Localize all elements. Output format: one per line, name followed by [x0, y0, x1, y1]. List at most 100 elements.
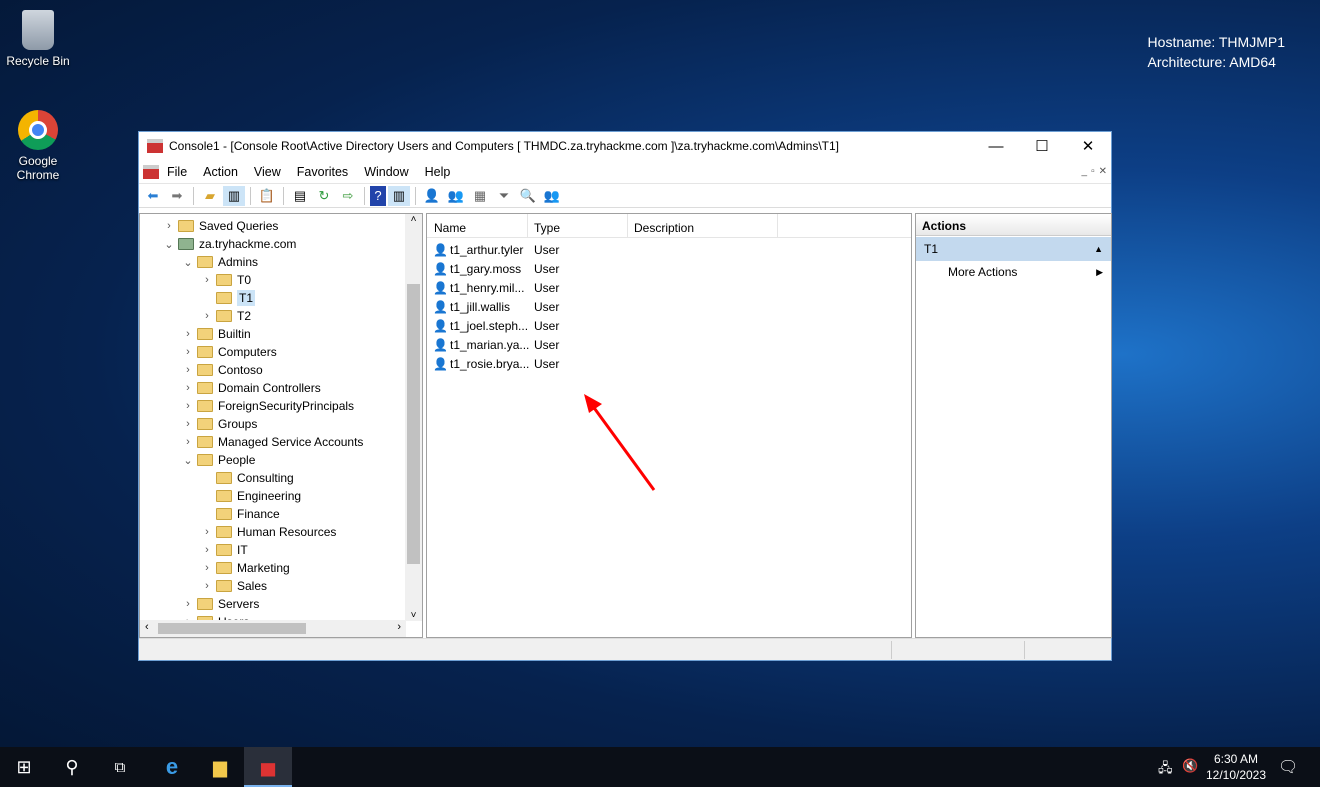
tree-item[interactable]: › Managed Service Accounts	[181, 433, 363, 451]
tree-scroll-thumb[interactable]	[407, 284, 420, 564]
show-action-pane-icon[interactable]: ▥	[388, 185, 410, 206]
tree-item[interactable]: Finance	[200, 505, 280, 523]
recycle-bin[interactable]: Recycle Bin	[0, 10, 76, 68]
tree-item[interactable]: › Domain Controllers	[181, 379, 321, 397]
expand-arrow-icon[interactable]: ›	[181, 436, 195, 448]
column-name[interactable]: Name	[427, 214, 528, 237]
tree-item[interactable]: › Contoso	[181, 361, 263, 379]
child-restore-button[interactable]: ▫	[1091, 166, 1095, 177]
search-icon[interactable]: ⚲	[48, 747, 96, 787]
child-minimize-button[interactable]: _	[1082, 166, 1088, 177]
tree-item[interactable]: ⌄ People	[181, 451, 255, 469]
user-row[interactable]: 👤 t1_henry.mil... User	[433, 278, 559, 297]
new-user-icon[interactable]: 👤	[421, 186, 443, 206]
clock[interactable]: 6:30 AM 12/10/2023	[1200, 751, 1272, 783]
expand-arrow-icon[interactable]: ›	[181, 598, 195, 610]
collapse-arrow-icon[interactable]: ⌄	[181, 454, 195, 467]
find-icon[interactable]: 🔍	[517, 186, 539, 206]
expand-arrow-icon[interactable]: ›	[162, 220, 176, 232]
clock-time: 6:30 AM	[1213, 752, 1259, 766]
expand-arrow-icon[interactable]: ›	[181, 418, 195, 430]
refresh-icon[interactable]: ↻	[313, 186, 335, 206]
start-button[interactable]: ⊞	[0, 747, 48, 787]
expand-arrow-icon[interactable]: ›	[181, 400, 195, 412]
tree-item[interactable]: › IT	[200, 541, 248, 559]
minimize-button[interactable]: —	[973, 132, 1019, 160]
menu-help[interactable]: Help	[425, 165, 451, 179]
tree-item[interactable]: › Groups	[181, 415, 257, 433]
tree-item[interactable]: Engineering	[200, 487, 301, 505]
tree-item[interactable]: › Saved Queries	[162, 217, 278, 235]
properties-icon[interactable]: ▤	[289, 186, 311, 206]
maximize-button[interactable]: ☐	[1019, 132, 1065, 160]
user-row[interactable]: 👤 t1_jill.wallis User	[433, 297, 559, 316]
tree-item[interactable]: ⌄ Admins	[181, 253, 258, 271]
actions-section-t1[interactable]: T1 ▲	[916, 237, 1111, 261]
child-close-button[interactable]: ✕	[1099, 166, 1107, 177]
close-button[interactable]: ✕	[1065, 132, 1111, 160]
user-row[interactable]: 👤 t1_arthur.tyler User	[433, 240, 559, 259]
mmc-taskbar-icon[interactable]: ▅	[244, 747, 292, 787]
show-hide-tree-icon[interactable]: ▥	[223, 185, 245, 206]
user-row[interactable]: 👤 t1_marian.ya... User	[433, 335, 559, 354]
up-folder-icon[interactable]: ▰	[199, 186, 221, 206]
clipboard-icon[interactable]: 📋	[256, 186, 278, 206]
new-group-icon[interactable]: 👥	[445, 186, 467, 206]
tree-item[interactable]: › Servers	[181, 595, 259, 613]
expand-arrow-icon[interactable]: ›	[200, 544, 214, 556]
forward-icon[interactable]: ➡	[166, 186, 188, 206]
expand-arrow-icon[interactable]: ›	[200, 580, 214, 592]
expand-arrow-icon[interactable]: ›	[181, 346, 195, 358]
user-row[interactable]: 👤 t1_joel.steph... User	[433, 316, 559, 335]
tree-item[interactable]: › T0	[200, 271, 251, 289]
menu-window[interactable]: Window	[364, 165, 408, 179]
tree-item[interactable]: › T2	[200, 307, 251, 325]
menu-action[interactable]: Action	[203, 165, 238, 179]
expand-arrow-icon[interactable]: ›	[200, 310, 214, 322]
tree-item[interactable]: T1	[200, 289, 256, 307]
column-type[interactable]: Type	[528, 214, 628, 237]
filter-icon[interactable]: ⏷	[493, 186, 515, 206]
expand-arrow-icon[interactable]: ›	[200, 274, 214, 286]
title-bar[interactable]: Console1 - [Console Root\Active Director…	[139, 132, 1111, 160]
google-chrome[interactable]: Google Chrome	[0, 110, 76, 182]
tree-item[interactable]: Consulting	[200, 469, 294, 487]
expand-arrow-icon[interactable]: ›	[200, 526, 214, 538]
tree-item[interactable]: › Builtin	[181, 325, 251, 343]
menu-file[interactable]: File	[167, 165, 187, 179]
network-warning-icon[interactable]: 🖧	[1158, 759, 1173, 781]
collapse-arrow-icon[interactable]: ⌄	[162, 238, 176, 251]
tree-item[interactable]: › Computers	[181, 343, 277, 361]
file-explorer-icon[interactable]: ▆	[196, 747, 244, 787]
volume-muted-icon[interactable]: 🔇	[1182, 758, 1198, 774]
expand-arrow-icon[interactable]: ›	[181, 364, 195, 376]
collapse-arrow-icon[interactable]: ⌄	[181, 256, 195, 269]
expand-arrow-icon[interactable]: ›	[181, 382, 195, 394]
collapse-icon[interactable]: ▲	[1094, 244, 1103, 254]
user-row[interactable]: 👤 t1_gary.moss User	[433, 259, 559, 278]
export-list-icon[interactable]: ⇨	[337, 186, 359, 206]
tree-item[interactable]: › ForeignSecurityPrincipals	[181, 397, 354, 415]
tree-vertical-scrollbar[interactable]: ˄ ˅	[405, 214, 422, 621]
expand-arrow-icon[interactable]: ›	[181, 328, 195, 340]
new-ou-icon[interactable]: ▦	[469, 186, 491, 206]
tree-horizontal-scrollbar[interactable]: ‹ ›	[140, 620, 406, 637]
tree-item[interactable]: › Human Resources	[200, 523, 336, 541]
back-icon[interactable]: ⬅	[142, 186, 164, 206]
menu-view[interactable]: View	[254, 165, 281, 179]
help-icon[interactable]: ?	[370, 185, 386, 206]
notifications-icon[interactable]: 🗨	[1278, 757, 1298, 777]
more-actions[interactable]: More Actions ▶	[916, 261, 1111, 283]
tree-item[interactable]: › Sales	[200, 577, 267, 595]
expand-arrow-icon[interactable]: ›	[200, 562, 214, 574]
task-view-icon[interactable]: ⧉	[96, 747, 144, 787]
menu-favorites[interactable]: Favorites	[297, 165, 348, 179]
red-annotation-arrow	[584, 394, 656, 491]
tree-hscroll-thumb[interactable]	[158, 623, 306, 634]
tree-item[interactable]: › Marketing	[200, 559, 290, 577]
add-to-group-icon[interactable]: 👥	[541, 186, 563, 206]
tree-item[interactable]: ⌄ za.tryhackme.com	[162, 235, 296, 253]
column-description[interactable]: Description	[628, 214, 778, 237]
user-row[interactable]: 👤 t1_rosie.brya... User	[433, 354, 559, 373]
internet-explorer-icon[interactable]: e	[148, 747, 196, 787]
